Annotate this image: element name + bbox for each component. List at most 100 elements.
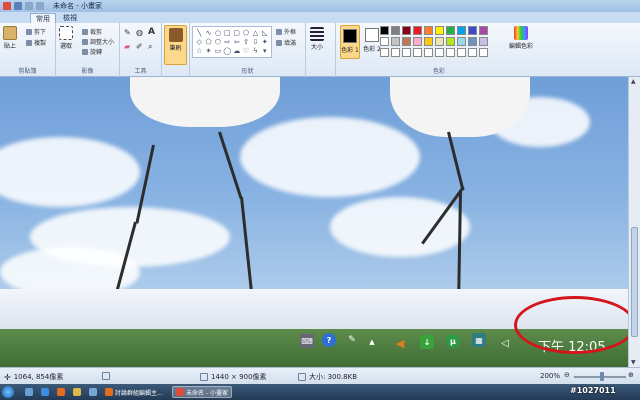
taskbar-item-forum[interactable]: 討論群組編輯主...: [102, 386, 166, 398]
tab-home[interactable]: 常用: [30, 13, 56, 23]
quicklaunch-folder[interactable]: [70, 386, 84, 398]
triangle-shape-icon[interactable]: △: [251, 29, 259, 37]
color-swatch[interactable]: [446, 26, 455, 35]
fill-button[interactable]: 填滿: [276, 38, 296, 47]
copy-button[interactable]: 複製: [26, 38, 46, 47]
crop-button[interactable]: 裁剪: [82, 27, 102, 36]
color-swatch[interactable]: [402, 26, 411, 35]
zoom-out-icon[interactable]: ⊖: [564, 371, 570, 379]
color-swatch[interactable]: [479, 26, 488, 35]
color-swatch[interactable]: [391, 48, 400, 57]
edit-colors-button[interactable]: 編輯色彩: [509, 26, 533, 50]
curve-shape-icon[interactable]: ∿: [204, 29, 212, 37]
diamond-shape-icon[interactable]: ◇: [195, 38, 203, 46]
quicklaunch-ie[interactable]: [38, 386, 52, 398]
copy-label: 複製: [34, 40, 47, 47]
scroll-down-icon[interactable]: ▼: [631, 359, 636, 366]
start-button[interactable]: [2, 386, 14, 398]
zoom-in-icon[interactable]: ⊕: [628, 371, 634, 379]
color-swatch[interactable]: [424, 37, 433, 46]
color-swatch[interactable]: [413, 48, 422, 57]
polygon-shape-icon[interactable]: ⬠: [242, 29, 250, 37]
outline-button[interactable]: 外框: [276, 27, 296, 36]
color-swatch[interactable]: [424, 26, 433, 35]
color-swatch[interactable]: [424, 48, 433, 57]
pentagon-shape-icon[interactable]: ⬠: [204, 38, 212, 46]
vertical-scrollbar[interactable]: ▲ ▼: [628, 77, 640, 367]
callout-rect-shape-icon[interactable]: ▭: [214, 47, 222, 55]
color-swatch[interactable]: [435, 37, 444, 46]
color-swatch[interactable]: [479, 48, 488, 57]
color-swatch[interactable]: [402, 37, 411, 46]
color-swatch[interactable]: [446, 48, 455, 57]
select-button[interactable]: 選取: [59, 26, 73, 50]
redo-icon[interactable]: [36, 2, 44, 10]
text-tool-icon[interactable]: A: [148, 27, 155, 37]
color2-button[interactable]: 色彩 2: [362, 25, 382, 59]
size-label: 大小: [310, 44, 323, 51]
heart-shape-icon[interactable]: ♡: [242, 47, 250, 55]
hexagon-shape-icon[interactable]: ⬡: [214, 38, 222, 46]
quicklaunch-firefox[interactable]: [54, 386, 68, 398]
color-swatch[interactable]: [380, 37, 389, 46]
lightning-shape-icon[interactable]: ϟ: [251, 47, 259, 55]
magnifier-icon[interactable]: ⌕: [148, 42, 152, 52]
rectangle-shape-icon[interactable]: □: [223, 29, 231, 37]
star5-shape-icon[interactable]: ☆: [195, 47, 203, 55]
color-swatch[interactable]: [457, 48, 466, 57]
star6-shape-icon[interactable]: ✶: [204, 47, 212, 55]
tab-view[interactable]: 檢視: [58, 13, 82, 23]
right-triangle-shape-icon[interactable]: ◺: [261, 29, 269, 37]
color-swatch[interactable]: [479, 37, 488, 46]
resize-button[interactable]: 調整大小: [82, 37, 114, 46]
color-picker-icon[interactable]: ✐: [136, 42, 143, 51]
save-icon[interactable]: [14, 2, 22, 10]
scissors-icon: [26, 28, 32, 35]
star4-shape-icon[interactable]: ✦: [261, 38, 269, 46]
color-swatch[interactable]: [413, 37, 422, 46]
arrow-down-shape-icon[interactable]: ⇩: [251, 38, 259, 46]
callout-oval-shape-icon[interactable]: ◯: [223, 47, 231, 55]
color-swatch[interactable]: [391, 26, 400, 35]
oval-shape-icon[interactable]: ○: [214, 29, 222, 37]
arrow-up-shape-icon[interactable]: ⇧: [242, 38, 250, 46]
quicklaunch-app[interactable]: [86, 386, 100, 398]
size-button[interactable]: 大小: [310, 27, 324, 51]
scroll-thumb[interactable]: [631, 227, 638, 337]
pencil-icon[interactable]: ✎: [124, 28, 131, 37]
color-swatch[interactable]: [380, 26, 389, 35]
color-swatch[interactable]: [435, 26, 444, 35]
color-swatch[interactable]: [391, 37, 400, 46]
arrow-left-shape-icon[interactable]: ⇦: [233, 38, 241, 46]
color1-button[interactable]: 色彩 1: [340, 25, 360, 59]
cloud: [240, 117, 420, 197]
arrow-right-shape-icon[interactable]: ⇨: [223, 38, 231, 46]
rotate-button[interactable]: 旋轉: [82, 47, 102, 56]
color-swatch[interactable]: [457, 37, 466, 46]
color-swatch[interactable]: [468, 37, 477, 46]
line-shape-icon[interactable]: ╲: [195, 29, 203, 37]
color-swatch[interactable]: [468, 26, 477, 35]
more-shapes-icon[interactable]: ▾: [261, 47, 269, 55]
color2-label: 色彩 2: [363, 46, 381, 53]
cloud-shape-icon[interactable]: ☁: [233, 47, 241, 55]
color-swatch[interactable]: [468, 48, 477, 57]
zoom-slider-thumb[interactable]: [600, 372, 604, 381]
taskbar-item-paint[interactable]: 未命名 - 小畫家: [172, 386, 232, 398]
fill-bucket-icon[interactable]: ◍: [136, 28, 143, 37]
paste-button[interactable]: 貼上: [3, 26, 17, 50]
color-swatch[interactable]: [457, 26, 466, 35]
color-swatch[interactable]: [380, 48, 389, 57]
color-swatch[interactable]: [435, 48, 444, 57]
color-swatch[interactable]: [446, 37, 455, 46]
quicklaunch-desktop[interactable]: [22, 386, 36, 398]
eraser-icon[interactable]: ▰: [124, 42, 130, 51]
cut-button[interactable]: 剪下: [26, 27, 46, 36]
color-swatch[interactable]: [413, 26, 422, 35]
rounded-rect-shape-icon[interactable]: ▢: [233, 29, 241, 37]
brushes-button[interactable]: 筆刷: [164, 25, 187, 65]
color-swatch[interactable]: [402, 48, 411, 57]
paint-app-icon[interactable]: [3, 2, 11, 10]
scroll-up-icon[interactable]: ▲: [631, 78, 636, 85]
undo-icon[interactable]: [25, 2, 33, 10]
